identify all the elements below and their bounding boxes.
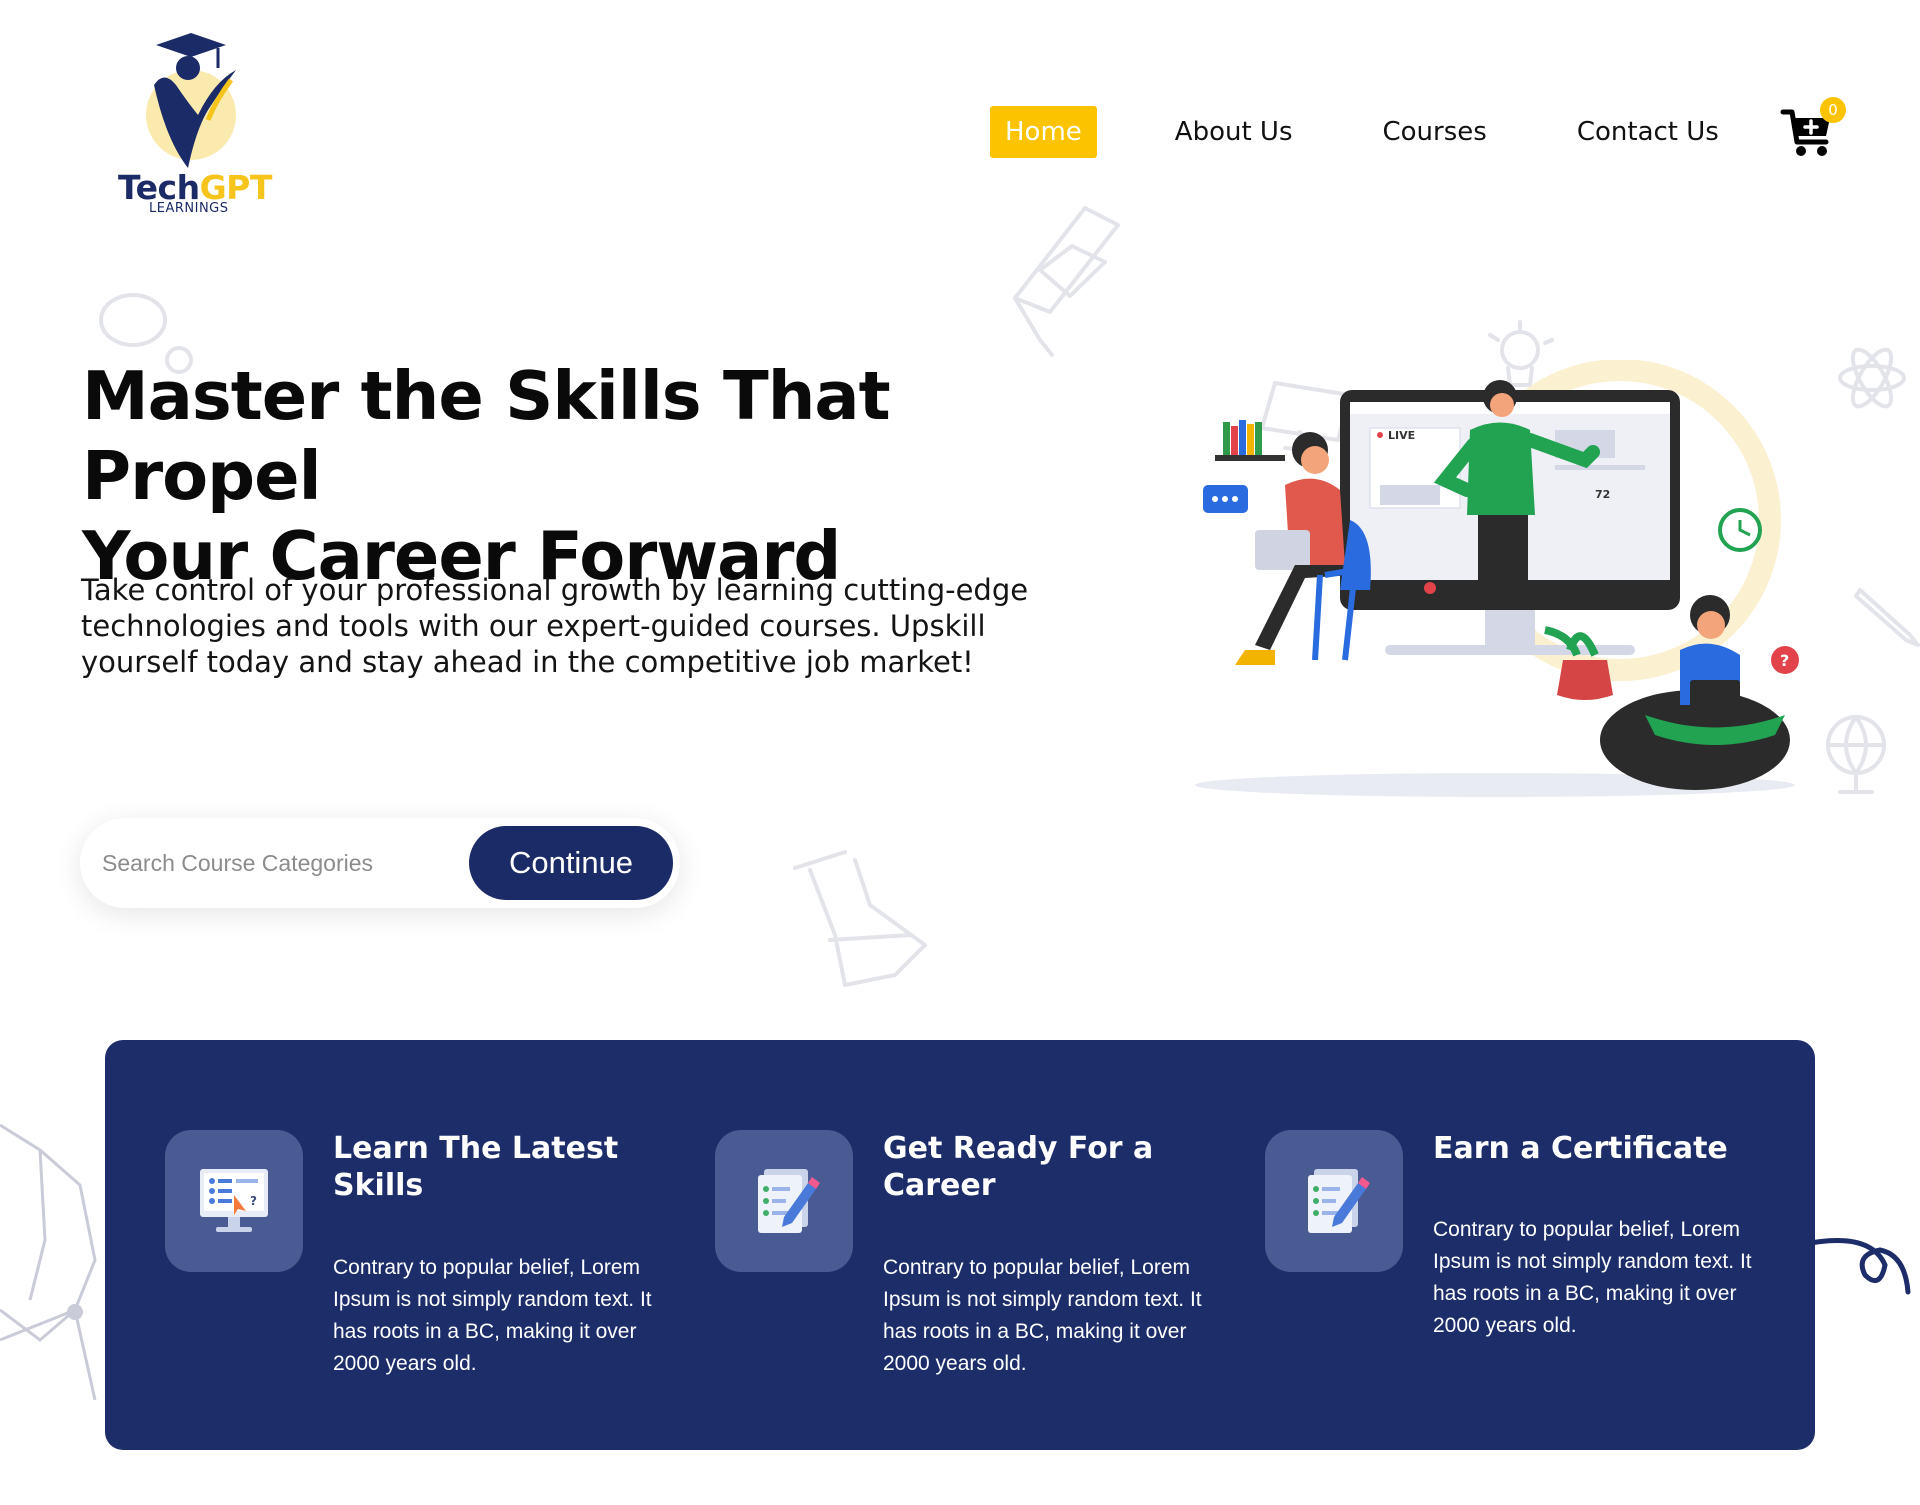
nav-home[interactable]: Home bbox=[990, 106, 1097, 158]
course-search-bar: Continue bbox=[80, 818, 680, 908]
live-label: LIVE bbox=[1388, 429, 1415, 442]
feature-title: Get Ready For a Career bbox=[883, 1131, 1154, 1203]
feature-title: Learn The Latest Skills bbox=[333, 1131, 619, 1203]
continue-button[interactable]: Continue bbox=[469, 826, 673, 900]
feature-description: Contrary to popular belief, Lorem Ipsum … bbox=[883, 1256, 1202, 1375]
cart-count-badge: 0 bbox=[1820, 97, 1846, 123]
features-banner: ? Learn The Latest Skills Contrary to po… bbox=[105, 1040, 1815, 1450]
brand-subtitle: LEARNINGS bbox=[149, 201, 229, 216]
feature-description: Contrary to popular belief, Lorem Ipsum … bbox=[1433, 1218, 1752, 1337]
main-nav: Home About Us Courses Contact Us bbox=[990, 106, 1719, 158]
hero-description: Take control of your professional growth… bbox=[81, 573, 1029, 679]
hero-title-line-1: Master the Skills That Propel bbox=[82, 357, 891, 515]
hero-title: Master the Skills That Propel Your Caree… bbox=[82, 356, 1082, 596]
checklist-pencil-icon bbox=[1265, 1130, 1403, 1272]
svg-text:?: ? bbox=[1780, 651, 1789, 670]
nav-contact-us[interactable]: Contact Us bbox=[1577, 117, 1719, 147]
checklist-pencil-icon bbox=[715, 1130, 853, 1272]
viewer-count-label: 72 bbox=[1595, 488, 1610, 501]
feature-description: Contrary to popular belief, Lorem Ipsum … bbox=[333, 1256, 652, 1375]
computer-quiz-icon: ? bbox=[165, 1130, 303, 1272]
nav-courses[interactable]: Courses bbox=[1383, 117, 1487, 147]
graduate-logo-icon bbox=[146, 33, 236, 168]
svg-text:?: ? bbox=[250, 1194, 257, 1208]
nav-about-us[interactable]: About Us bbox=[1175, 117, 1293, 147]
search-input[interactable] bbox=[102, 840, 522, 886]
brand-logo[interactable]: TechGPT LEARNINGS bbox=[112, 30, 272, 220]
feature-title: Earn a Certificate bbox=[1433, 1131, 1728, 1166]
online-learning-illustration: LIVE 72 ? bbox=[1195, 360, 1799, 797]
